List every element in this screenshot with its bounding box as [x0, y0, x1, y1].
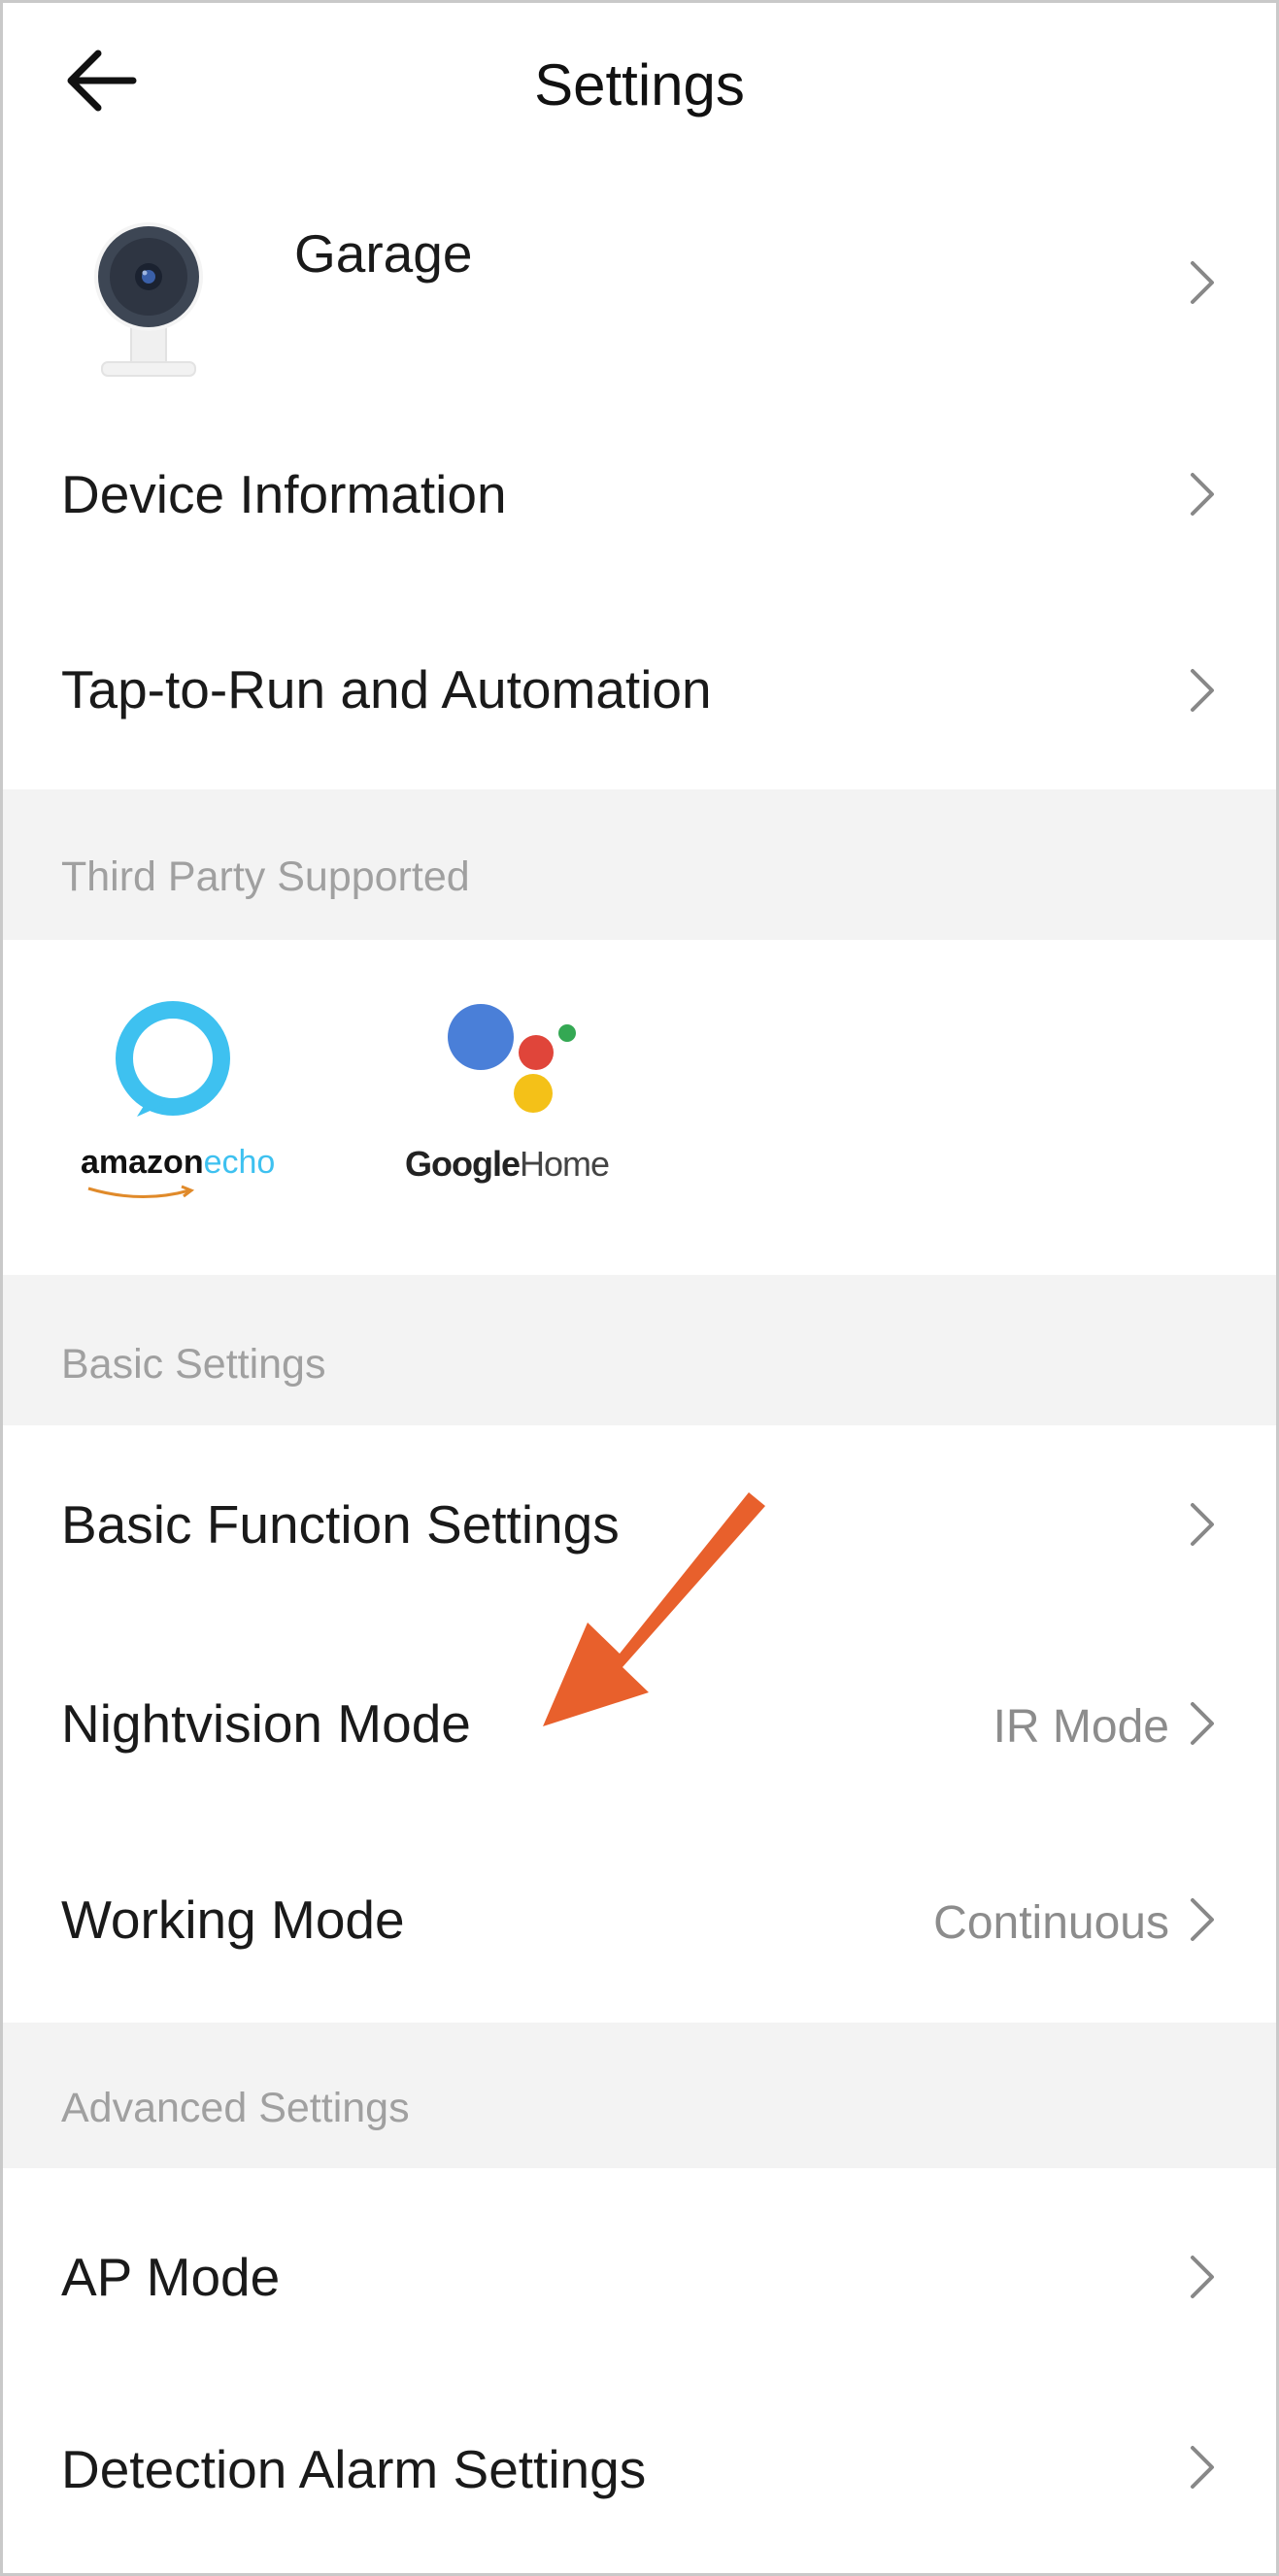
ap-mode-label: AP Mode: [61, 2247, 281, 2307]
detection-alarm-settings-label: Detection Alarm Settings: [61, 2439, 647, 2499]
working-mode-label: Working Mode: [61, 1890, 405, 1950]
nightvision-mode-label: Nightvision Mode: [61, 1693, 471, 1754]
device-row[interactable]: Garage: [3, 168, 1276, 440]
tap-to-run-row[interactable]: Tap-to-Run and Automation: [3, 634, 1276, 789]
working-mode-value: Continuous: [933, 1897, 1169, 1949]
working-mode-row[interactable]: Working Mode Continuous: [3, 1819, 1276, 2023]
section-label: Third Party Supported: [61, 853, 470, 900]
amazon-brand: amazon: [81, 1144, 204, 1181]
settings-screen: Settings Garage Device Information Tap-t…: [0, 0, 1279, 2576]
section-label: Advanced Settings: [61, 2085, 410, 2131]
chevron-right-icon: [1191, 1702, 1214, 1745]
google-home-label: GoogleHome: [405, 1144, 610, 1185]
section-advanced-settings: Advanced Settings: [3, 2023, 1276, 2168]
google-home-item[interactable]: GoogleHome: [391, 988, 663, 1192]
third-party-list: amazonecho GoogleHome: [3, 940, 1276, 1275]
echo-product: echo: [203, 1144, 276, 1181]
chevron-right-icon: [1191, 473, 1214, 516]
chevron-right-icon: [1191, 1898, 1214, 1941]
chevron-right-icon: [1191, 2446, 1214, 2489]
section-basic-settings: Basic Settings: [3, 1275, 1276, 1425]
header: Settings: [3, 3, 1276, 168]
camera-icon: [94, 222, 203, 377]
amazon-echo-item[interactable]: amazonecho: [61, 998, 314, 1199]
device-information-label: Device Information: [61, 464, 507, 524]
google-brand: Google: [405, 1144, 521, 1184]
ap-mode-row[interactable]: AP Mode: [3, 2168, 1276, 2372]
alexa-ring-icon: [116, 1001, 230, 1117]
device-name: Garage: [294, 223, 473, 284]
tap-to-run-label: Tap-to-Run and Automation: [61, 659, 712, 719]
chevron-right-icon: [1191, 2256, 1214, 2298]
basic-function-settings-row[interactable]: Basic Function Settings: [3, 1425, 1276, 1624]
page-title: Settings: [534, 52, 745, 117]
detection-alarm-settings-row[interactable]: Detection Alarm Settings: [3, 2372, 1276, 2571]
google-assistant-icon: [448, 1004, 576, 1113]
device-information-row[interactable]: Device Information: [3, 440, 1276, 634]
chevron-right-icon: [1191, 261, 1214, 304]
section-label: Basic Settings: [61, 1341, 326, 1388]
amazon-echo-label: amazonecho: [81, 1144, 275, 1182]
chevron-right-icon: [1191, 1503, 1214, 1546]
chevron-right-icon: [1191, 669, 1214, 712]
basic-function-settings-label: Basic Function Settings: [61, 1494, 620, 1555]
section-third-party: Third Party Supported: [3, 789, 1276, 940]
home-product: Home: [520, 1144, 610, 1184]
nightvision-mode-value: IR Mode: [993, 1701, 1169, 1753]
amazon-smile-icon: [87, 1185, 195, 1199]
nightvision-mode-row[interactable]: Nightvision Mode IR Mode: [3, 1624, 1276, 1819]
